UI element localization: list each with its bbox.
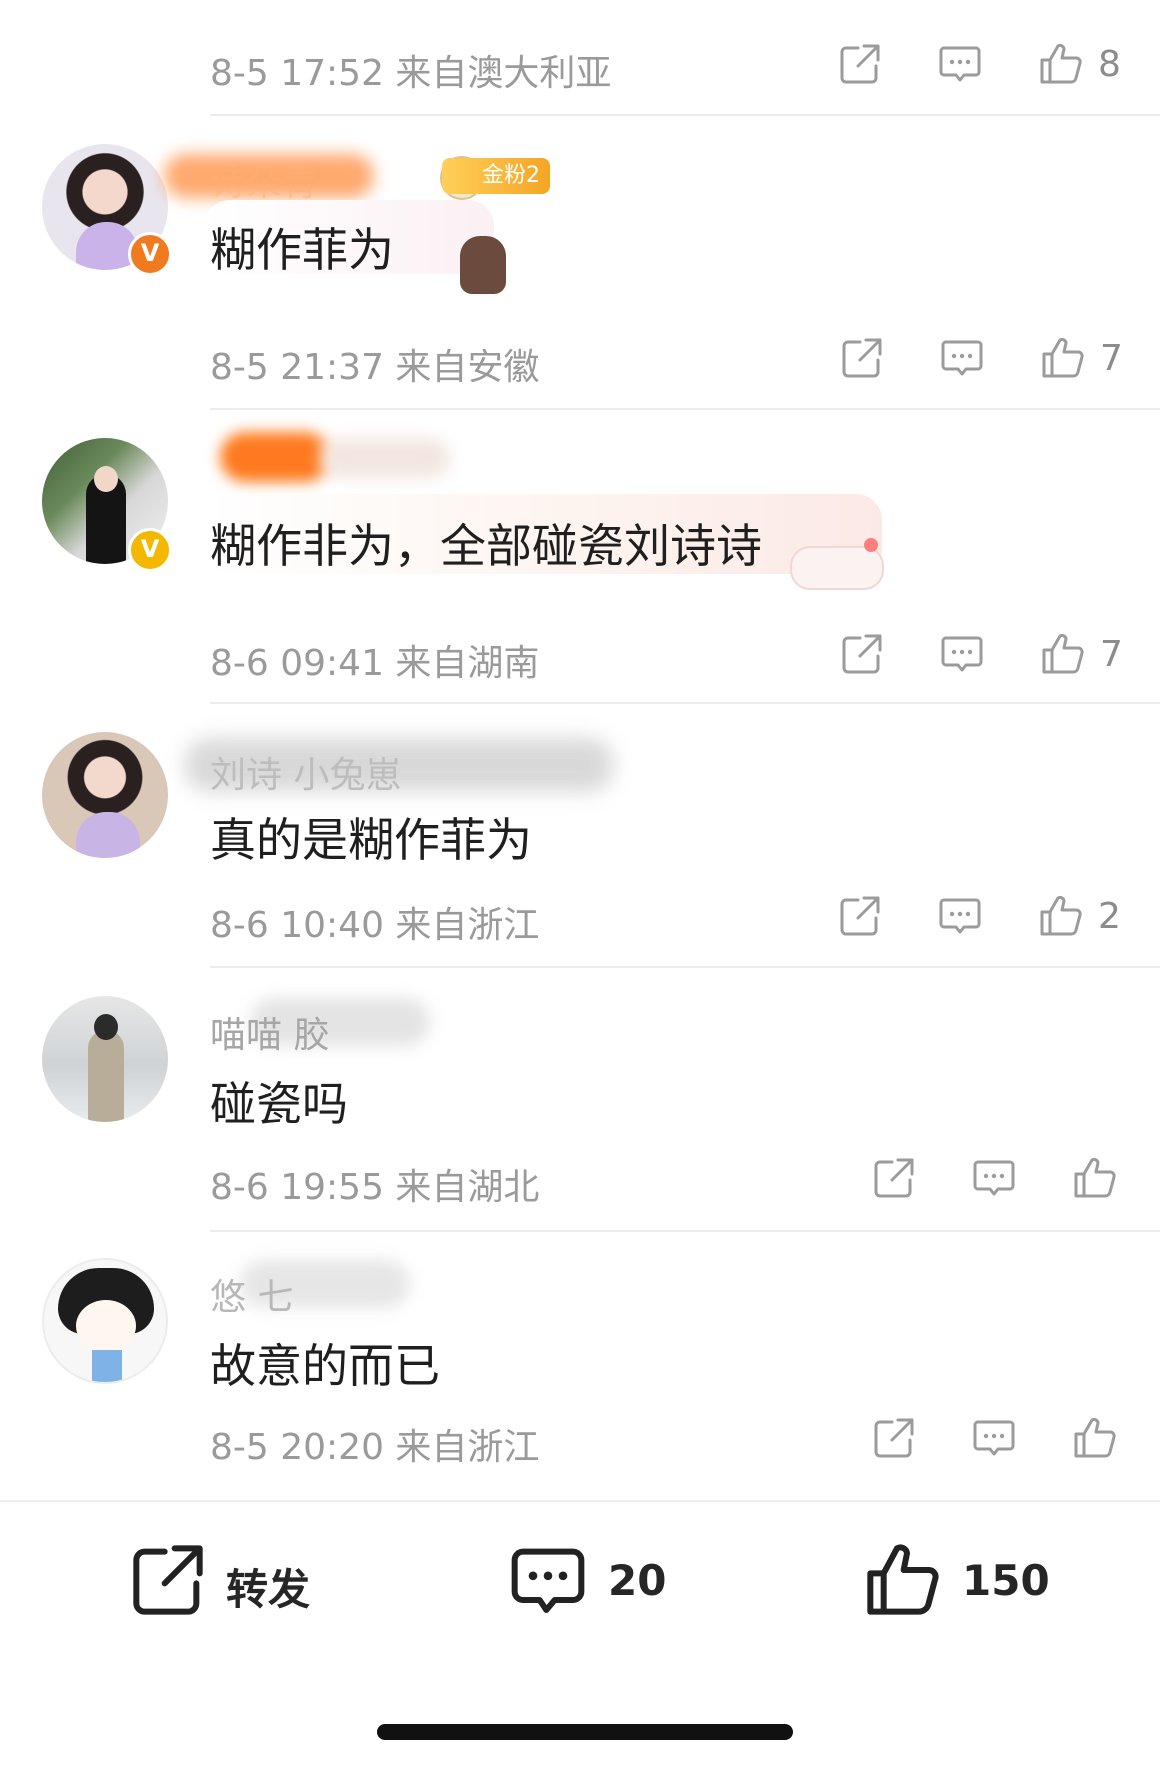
comment-icon[interactable] bbox=[970, 1154, 1020, 1204]
home-indicator[interactable] bbox=[377, 1724, 793, 1740]
comment-meta: 8-5 21:37 来自安徽 7 bbox=[210, 324, 1130, 394]
comment-item: V 诗朵青 金粉2 糊作菲为 8-5 21:37 来自安徽 7 bbox=[0, 118, 1160, 410]
thumbs-up-icon[interactable] bbox=[1070, 1414, 1120, 1464]
comment-item: 喵喵 胶 碰瓷吗 8-6 19:55 来自湖北 bbox=[0, 968, 1160, 1232]
cat-sticker-icon bbox=[790, 546, 884, 590]
like-count: 7 bbox=[1100, 338, 1123, 379]
comment-meta: 8-6 09:41 来自湖南 7 bbox=[210, 620, 1130, 690]
username-blur bbox=[320, 438, 450, 478]
bottom-action-bar: 转发 20 150 bbox=[0, 1500, 1160, 1666]
thumbs-up-icon[interactable] bbox=[1038, 630, 1088, 680]
comment-icon[interactable] bbox=[936, 892, 986, 942]
like-count: 8 bbox=[1098, 44, 1121, 85]
username[interactable]: 悠 七 bbox=[210, 1268, 293, 1320]
share-icon[interactable] bbox=[870, 1154, 920, 1204]
thumbs-up-icon[interactable] bbox=[1038, 334, 1088, 384]
username-blur bbox=[220, 432, 330, 482]
fan-badge: 金粉2 bbox=[442, 158, 550, 194]
comment-icon bbox=[508, 1540, 588, 1620]
heart-icon bbox=[864, 538, 878, 552]
comment-text: 故意的而已 bbox=[210, 1339, 440, 1393]
share-icon[interactable] bbox=[870, 1414, 920, 1464]
share-icon bbox=[128, 1540, 208, 1620]
share-icon[interactable] bbox=[836, 40, 886, 90]
comment-text: 碰瓷吗 bbox=[210, 1077, 348, 1131]
share-icon[interactable] bbox=[838, 334, 888, 384]
thumbs-up-icon[interactable] bbox=[1070, 1154, 1120, 1204]
thumbs-up-icon[interactable] bbox=[1036, 892, 1086, 942]
thumbs-up-icon bbox=[862, 1540, 942, 1620]
avatar[interactable] bbox=[42, 1258, 168, 1384]
like-count: 2 bbox=[1098, 896, 1121, 937]
comment-icon[interactable] bbox=[938, 630, 988, 680]
comment-icon[interactable] bbox=[938, 334, 988, 384]
share-icon[interactable] bbox=[836, 892, 886, 942]
comment-item: 8-5 17:52 来自澳大利亚 8 bbox=[0, 0, 1160, 118]
comment-meta: 8-6 19:55 来自湖北 bbox=[210, 1144, 1130, 1214]
comment-icon[interactable] bbox=[936, 40, 986, 90]
comment-meta: 8-5 17:52 来自澳大利亚 8 bbox=[210, 30, 1130, 100]
comment-text: 糊作非为，全部碰瓷刘诗诗 bbox=[210, 519, 762, 573]
comment-meta: 8-5 20:20 来自浙江 bbox=[210, 1404, 1130, 1474]
like-button[interactable]: 150 bbox=[862, 1540, 1072, 1620]
verified-badge: V bbox=[128, 232, 172, 276]
verified-badge: V bbox=[128, 528, 172, 572]
divider bbox=[210, 114, 1160, 116]
comment-text: 糊作菲为 bbox=[210, 223, 394, 277]
thumbs-up-icon[interactable] bbox=[1036, 40, 1086, 90]
avatar[interactable] bbox=[42, 996, 168, 1122]
sticker-icon bbox=[460, 236, 506, 294]
username[interactable]: 刘诗 小兔崽 bbox=[210, 746, 401, 798]
repost-button[interactable]: 转发 bbox=[128, 1540, 328, 1620]
comment-meta: 8-6 10:40 来自浙江 2 bbox=[210, 882, 1130, 952]
repost-label: 转发 bbox=[226, 1565, 311, 1614]
comment-button[interactable]: 20 bbox=[508, 1540, 688, 1620]
like-count: 7 bbox=[1100, 634, 1123, 675]
share-icon[interactable] bbox=[838, 630, 888, 680]
username[interactable]: 诗朵青 bbox=[210, 154, 318, 206]
comment-item: 刘诗 小兔崽 真的是糊作菲为 8-6 10:40 来自浙江 2 bbox=[0, 704, 1160, 968]
avatar[interactable] bbox=[42, 732, 168, 858]
comment-item: 悠 七 故意的而已 8-5 20:20 来自浙江 bbox=[0, 1232, 1160, 1498]
like-count: 150 bbox=[962, 1556, 1050, 1605]
comment-count: 20 bbox=[608, 1556, 667, 1605]
comment-text: 真的是糊作菲为 bbox=[210, 813, 532, 867]
comment-icon[interactable] bbox=[970, 1414, 1020, 1464]
username[interactable]: 喵喵 胶 bbox=[210, 1006, 329, 1058]
comment-item: V 糊作非为，全部碰瓷刘诗诗 8-6 09:41 来自湖南 7 bbox=[0, 410, 1160, 704]
